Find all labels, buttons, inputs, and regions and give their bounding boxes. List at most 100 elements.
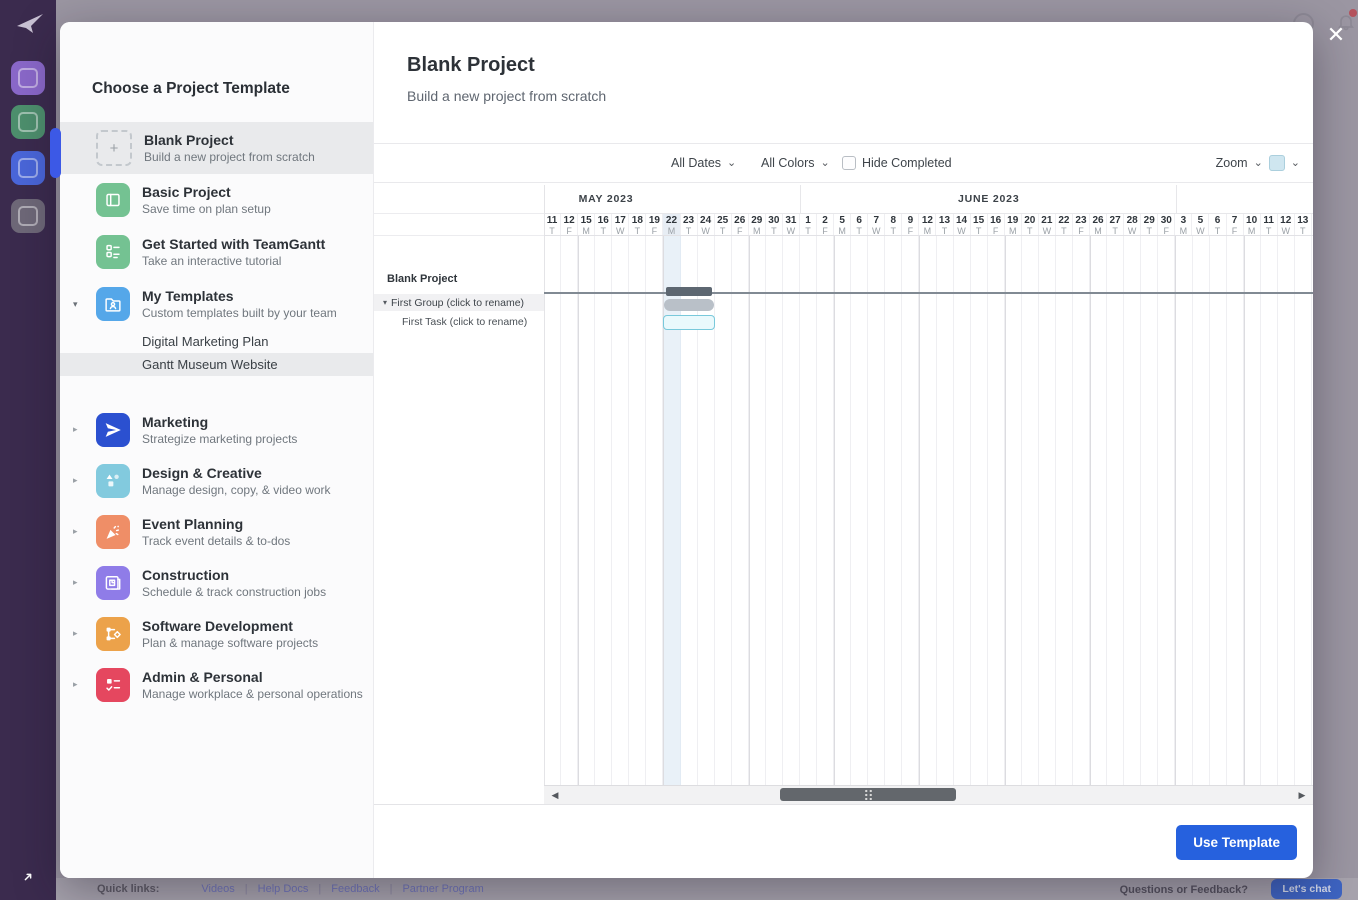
template-item-basic-project[interactable]: Basic Project Save time on plan setup — [60, 174, 373, 226]
day-column-header: 9F — [902, 214, 919, 236]
chat-button[interactable]: Let's chat — [1271, 879, 1342, 899]
day-column-header: 2F — [817, 214, 834, 236]
template-item-design-creative[interactable]: ▸Design & CreativeManage design, copy, &… — [60, 455, 373, 506]
footer-link-partner-program[interactable]: Partner Program — [402, 883, 483, 895]
template-title: Basic Project — [142, 184, 271, 200]
grid-column — [851, 236, 868, 786]
gantt-group-row[interactable]: ▾ First Group (click to rename) — [374, 294, 544, 311]
footer-link-feedback[interactable]: Feedback — [331, 883, 379, 895]
close-icon[interactable]: ✕ — [1324, 23, 1348, 47]
day-column-header: 12W — [1278, 214, 1295, 236]
template-item-construction[interactable]: ▸ConstructionSchedule & track constructi… — [60, 557, 373, 608]
grid-column — [1227, 236, 1244, 786]
my-template-digital-marketing-plan[interactable]: Digital Marketing Plan — [60, 330, 373, 353]
caret-right-icon[interactable]: ▸ — [73, 577, 78, 588]
all-dates-dropdown[interactable]: All Dates ⌄ — [671, 144, 736, 182]
day-column-header: 18T — [629, 214, 646, 236]
all-dates-label: All Dates — [671, 156, 721, 170]
app-icon-blue[interactable] — [11, 151, 45, 185]
grid-column — [834, 236, 851, 786]
template-title: Get Started with TeamGantt — [142, 236, 325, 252]
day-column-header: 14W — [954, 214, 971, 236]
scroll-left-arrow[interactable]: ◀ — [546, 786, 564, 804]
preview-title: Blank Project — [407, 54, 535, 77]
day-column-header: 5W — [1192, 214, 1209, 236]
caret-right-icon[interactable]: ▸ — [73, 424, 78, 435]
day-column-header: 6T — [851, 214, 868, 236]
app-icon-purple[interactable] — [11, 61, 45, 95]
day-column-header: 30T — [766, 214, 783, 236]
hide-completed-toggle[interactable]: Hide Completed — [842, 144, 952, 182]
template-title: Event Planning — [142, 516, 290, 532]
chevron-down-icon: ⌄ — [727, 158, 736, 168]
grid-column — [578, 236, 595, 786]
gantt-task-row[interactable]: First Task (click to rename) — [374, 313, 544, 331]
template-preview: Blank Project Build a new project from s… — [374, 22, 1313, 878]
zoom-controls[interactable]: Zoom ⌄ ⌄ — [1216, 144, 1300, 182]
day-column-header: 26F — [732, 214, 749, 236]
grid-column — [902, 236, 919, 786]
app-icon-gray[interactable] — [11, 199, 45, 233]
share-icon[interactable] — [11, 860, 45, 894]
blueprint-icon — [96, 566, 130, 600]
checklist-icon — [96, 668, 130, 702]
group-bar[interactable] — [664, 299, 713, 311]
template-item-get-started-with-teamgantt[interactable]: Get Started with TeamGanttTake an intera… — [60, 226, 373, 278]
my-template-gantt-museum-website[interactable]: Gantt Museum Website — [60, 353, 373, 376]
use-template-button[interactable]: Use Template — [1176, 825, 1297, 860]
day-column-header: 7F — [1227, 214, 1244, 236]
preview-subtitle: Build a new project from scratch — [407, 88, 606, 104]
teamgantt-logo-icon[interactable] — [16, 12, 44, 38]
all-colors-dropdown[interactable]: All Colors ⌄ — [761, 144, 830, 182]
template-item-event-planning[interactable]: ▸Event PlanningTrack event details & to-… — [60, 506, 373, 557]
scroll-right-arrow[interactable]: ▶ — [1293, 786, 1311, 804]
day-column-header: 16F — [988, 214, 1005, 236]
grid-column — [885, 236, 902, 786]
day-column-header: 24W — [698, 214, 715, 236]
chevron-down-icon: ⌄ — [821, 158, 830, 168]
template-subtitle: Manage workplace & personal operations — [142, 687, 363, 701]
caret-right-icon[interactable]: ▸ — [73, 475, 78, 486]
caret-down-icon[interactable]: ▾ — [383, 298, 387, 307]
zoom-color-swatch[interactable] — [1269, 155, 1285, 171]
day-column-header: 1T — [800, 214, 817, 236]
template-title: My Templates — [142, 288, 337, 304]
gantt-project-name: Blank Project — [387, 273, 457, 285]
day-column-header: 29M — [749, 214, 766, 236]
notification-dot — [1349, 9, 1357, 17]
template-item-software-development[interactable]: ▸Software DevelopmentPlan & manage softw… — [60, 608, 373, 659]
grid-column — [817, 236, 834, 786]
template-item-my-templates[interactable]: ▾My TemplatesCustom templates built by y… — [60, 278, 373, 330]
gantt-horizontal-scrollbar[interactable]: ◀ ▶ — [544, 785, 1313, 804]
grid-column — [800, 236, 817, 786]
hide-completed-checkbox[interactable] — [842, 156, 856, 170]
grid-column — [629, 236, 646, 786]
caret-right-icon[interactable]: ▸ — [73, 679, 78, 690]
template-item-blank-project[interactable]: +Blank ProjectBuild a new project from s… — [60, 122, 373, 174]
day-column-header: 22M — [663, 214, 680, 236]
task-label[interactable]: First Task (click to rename) — [402, 316, 527, 328]
day-column-header: 30F — [1158, 214, 1175, 236]
caret-down-icon[interactable]: ▾ — [73, 299, 78, 310]
caret-right-icon[interactable]: ▸ — [73, 628, 78, 639]
grid-column — [544, 236, 561, 786]
grid-column — [954, 236, 971, 786]
quick-links-label: Quick links: — [97, 883, 159, 895]
footer-link-videos[interactable]: Videos — [201, 883, 234, 895]
project-summary-bar — [666, 287, 711, 296]
template-item-marketing[interactable]: ▸MarketingStrategize marketing projects — [60, 404, 373, 455]
day-column-header: 29T — [1141, 214, 1158, 236]
template-subtitle: Save time on plan setup — [142, 202, 271, 216]
group-label[interactable]: First Group (click to rename) — [391, 297, 524, 309]
task-bar[interactable] — [663, 315, 714, 330]
hide-completed-label: Hide Completed — [862, 156, 952, 170]
caret-right-icon[interactable]: ▸ — [73, 526, 78, 537]
day-column-header: 31W — [783, 214, 800, 236]
app-icon-green[interactable] — [11, 105, 45, 139]
gantt-toolbar: All Dates ⌄ All Colors ⌄ Hide Completed … — [374, 143, 1313, 183]
footer-link-help-docs[interactable]: Help Docs — [258, 883, 309, 895]
template-item-admin-personal[interactable]: ▸Admin & PersonalManage workplace & pers… — [60, 659, 373, 710]
scrollbar-thumb[interactable] — [780, 788, 956, 801]
template-title: Design & Creative — [142, 465, 331, 481]
grid-column — [1210, 236, 1227, 786]
